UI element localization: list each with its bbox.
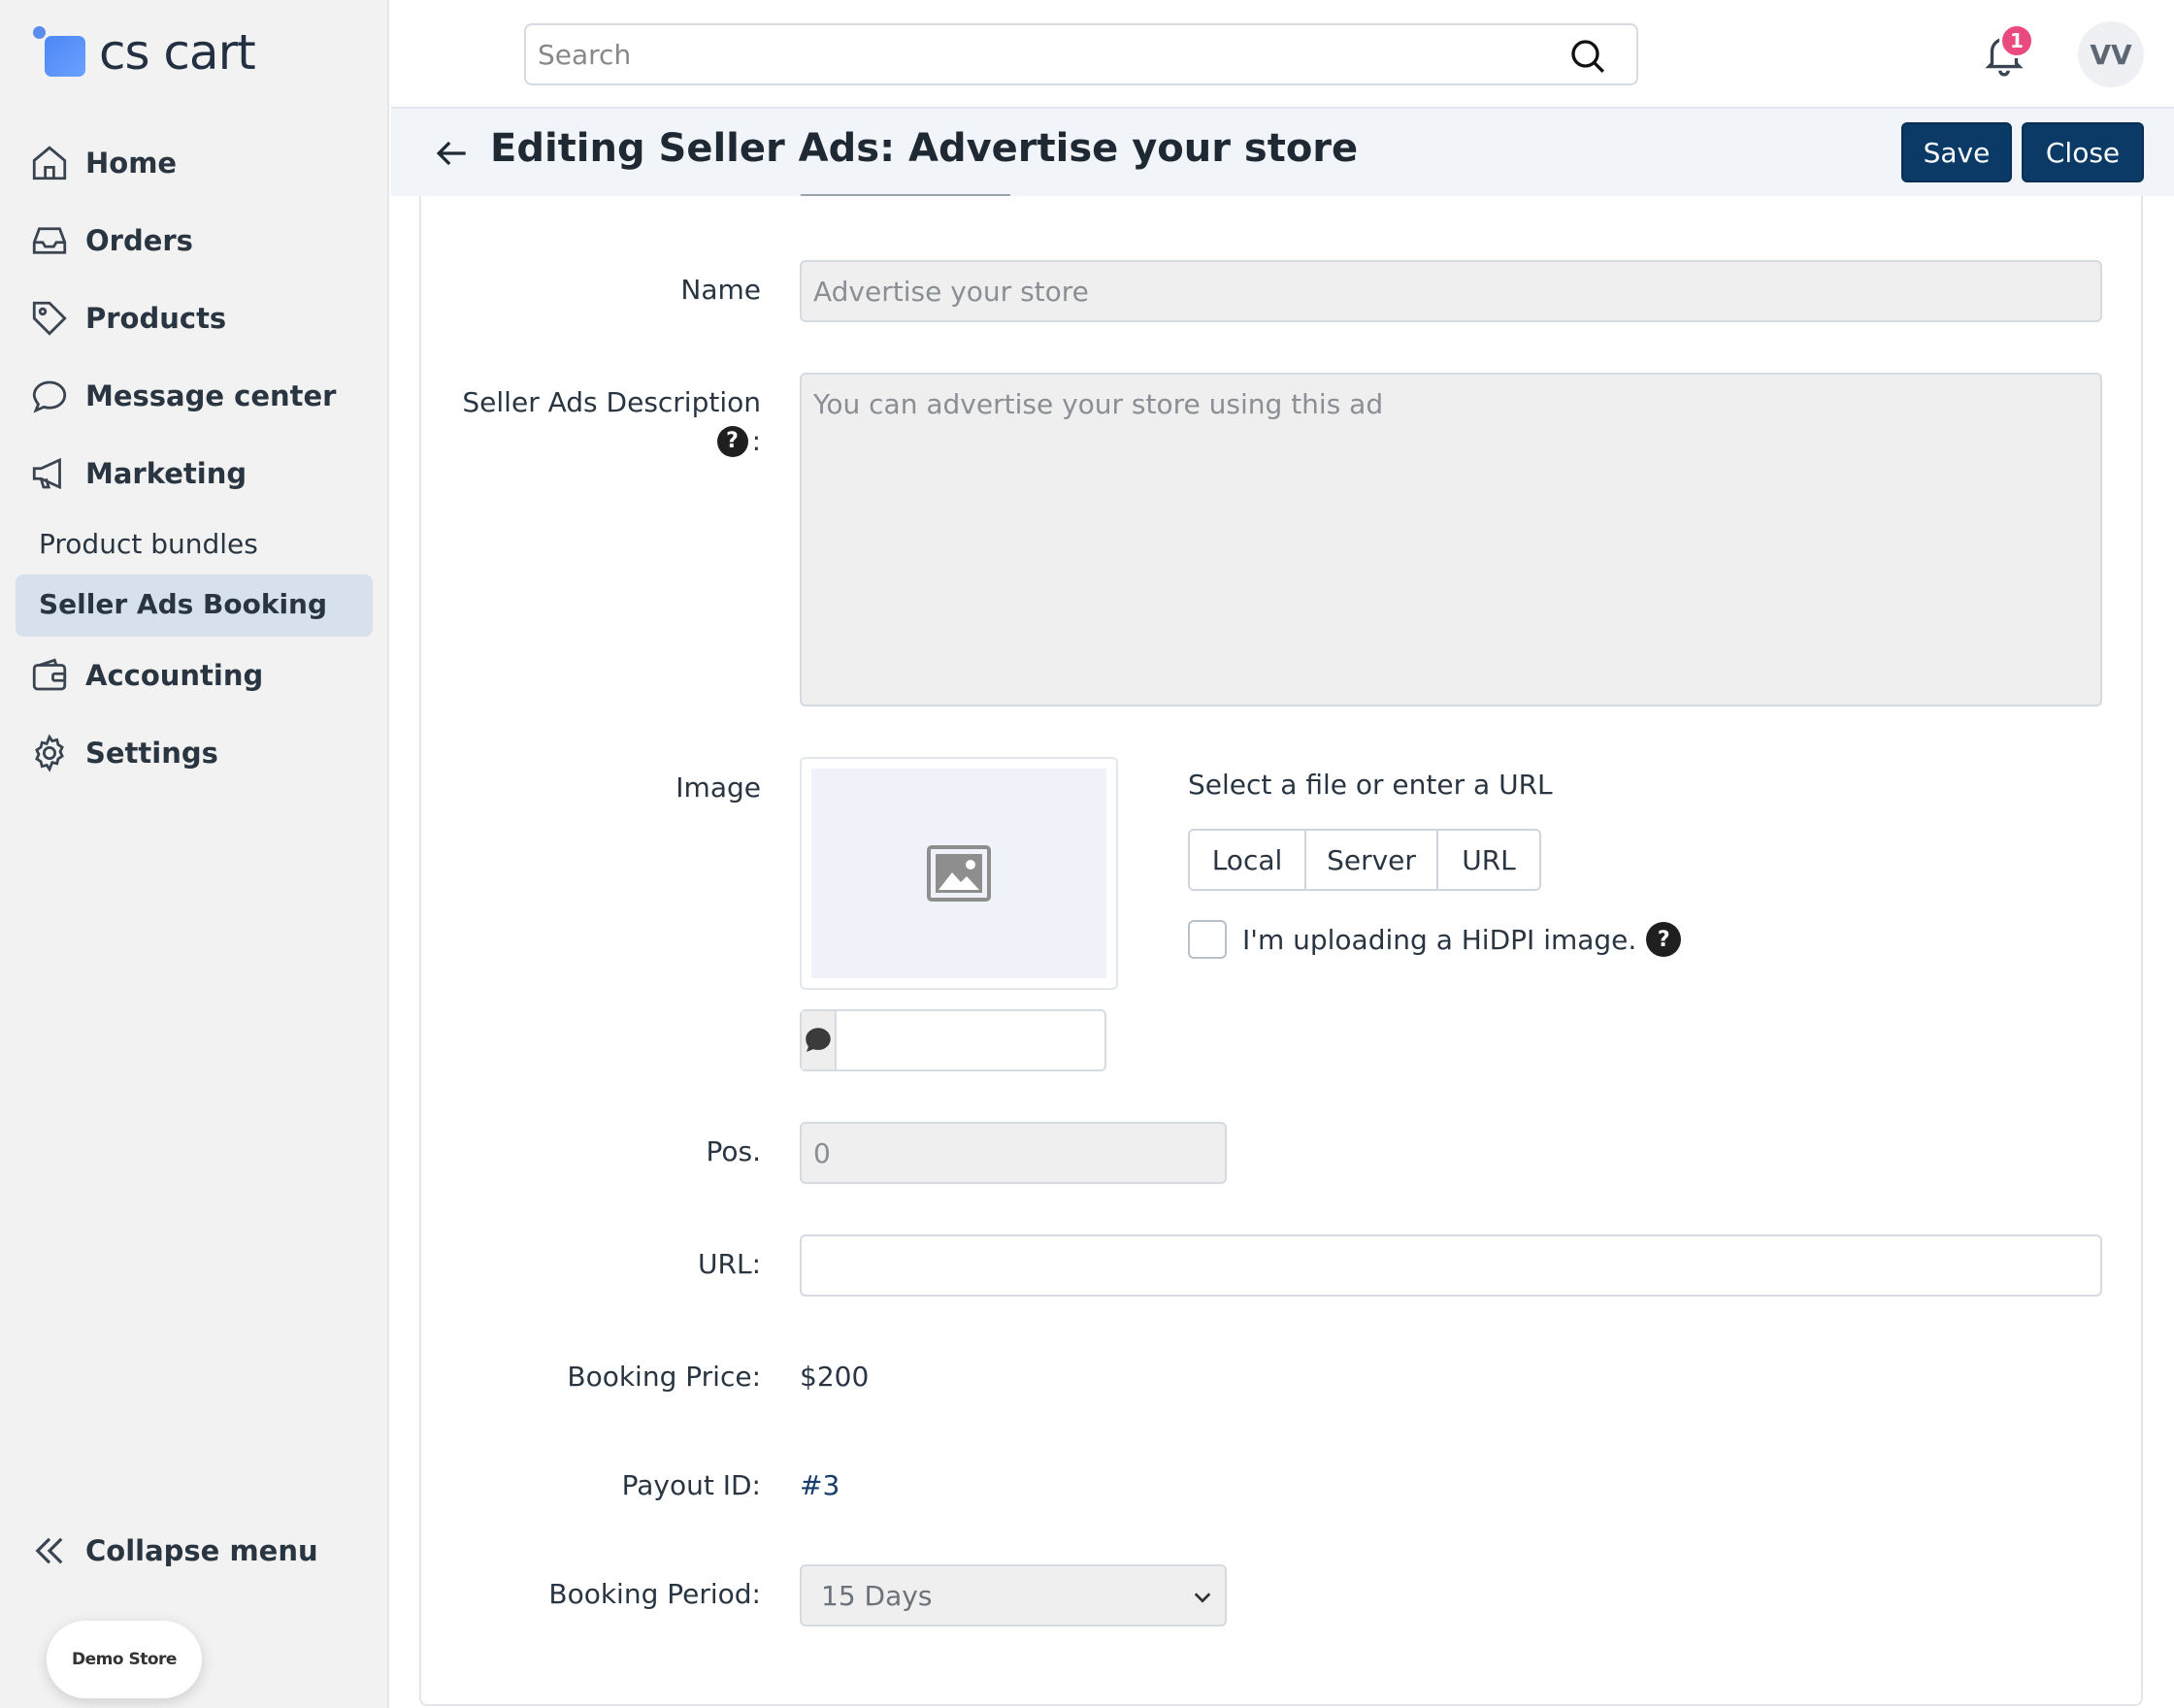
search-icon[interactable]: [1568, 37, 1607, 76]
position-field: [800, 1122, 1227, 1184]
page-title: Editing Seller Ads: Advertise your store: [490, 126, 1359, 171]
position-input[interactable]: [802, 1124, 1225, 1182]
image-source-local-button[interactable]: Local: [1190, 831, 1306, 889]
logo-text: cs cart: [99, 24, 256, 81]
sidebar-item-label: Message center: [85, 379, 337, 412]
chevron-down-icon: [1194, 1593, 1211, 1603]
image-placeholder-icon: [927, 845, 991, 902]
speech-bubble-icon: [806, 1028, 831, 1053]
sidebar-item-label: Home: [85, 147, 178, 180]
sidebar-subitem-seller-ads-booking[interactable]: Seller Ads Booking: [16, 575, 373, 637]
search-input[interactable]: [538, 33, 1557, 76]
image-placeholder: [811, 769, 1106, 978]
sidebar-item-products[interactable]: Products: [29, 291, 226, 345]
booking-period-selected-value: 15 Days: [821, 1579, 933, 1612]
booking-period-select[interactable]: 15 Days: [800, 1564, 1227, 1626]
tag-icon: [32, 301, 67, 336]
help-icon[interactable]: ?: [1646, 922, 1682, 957]
url-input[interactable]: [802, 1236, 2100, 1295]
back-arrow-icon[interactable]: [430, 132, 473, 175]
sidebar-item-label: Orders: [85, 224, 193, 257]
megaphone-icon: [32, 457, 61, 490]
image-source-hint: Select a file or enter a URL: [1188, 769, 1553, 801]
sidebar-item-label: Marketing: [85, 457, 247, 490]
booking-price-value: $200: [800, 1361, 870, 1393]
position-label: Pos.: [706, 1135, 761, 1167]
active-tab-underline: [801, 194, 1010, 196]
sidebar-subitem-product-bundles[interactable]: Product bundles: [39, 528, 258, 560]
hidpi-label: I'm uploading a HiDPI image.: [1242, 923, 1637, 956]
description-label: Seller Ads Description: [462, 386, 761, 418]
name-label: Name: [680, 274, 761, 306]
image-alt-text-input[interactable]: [837, 1011, 1170, 1069]
user-avatar[interactable]: VV: [2078, 21, 2144, 87]
sidebar-item-message-center[interactable]: Message center: [29, 369, 336, 423]
page-header: Editing Seller Ads: Advertise your store…: [391, 109, 2174, 196]
hidpi-checkbox[interactable]: [1188, 920, 1227, 959]
double-chevron-left-icon: [35, 1537, 63, 1564]
sidebar: cs cart Home Orders Products Message cen…: [0, 0, 389, 1708]
image-alt-text-group: [800, 1009, 1170, 1071]
sidebar-item-label: Accounting: [85, 659, 264, 692]
image-label: Image: [675, 772, 761, 804]
url-field: [800, 1234, 2102, 1297]
payout-id-label: Payout ID:: [621, 1469, 761, 1501]
sidebar-item-settings[interactable]: Settings: [29, 726, 218, 780]
sidebar-item-orders[interactable]: Orders: [29, 214, 193, 268]
name-input[interactable]: [802, 262, 2100, 320]
inbox-icon: [32, 227, 67, 254]
sidebar-item-label: Products: [85, 302, 227, 335]
description-field: You can advertise your store using this …: [800, 373, 2102, 706]
top-bar: 1 VV: [391, 0, 2174, 109]
image-source-url-button[interactable]: URL: [1438, 831, 1539, 889]
url-label: URL:: [698, 1248, 761, 1280]
wallet-icon: [32, 658, 67, 691]
home-icon: [32, 146, 67, 181]
hidpi-option: I'm uploading a HiDPI image. ?: [1188, 920, 1682, 959]
sidebar-item-accounting[interactable]: Accounting: [29, 648, 263, 703]
sidebar-item-marketing[interactable]: Marketing: [29, 446, 247, 501]
close-button[interactable]: Close: [2022, 122, 2144, 182]
image-preview-box: [800, 757, 1118, 990]
chat-bubble-icon: [32, 380, 67, 413]
gear-icon: [35, 734, 64, 772]
alt-text-addon: [802, 1011, 837, 1069]
notification-count-badge: 1: [1999, 23, 2034, 58]
search-box: [524, 23, 1638, 85]
cs-cart-logo[interactable]: cs cart: [31, 23, 256, 82]
sidebar-item-home[interactable]: Home: [29, 136, 177, 190]
save-button[interactable]: Save: [1901, 122, 2012, 182]
description-help: ? :: [716, 425, 761, 457]
help-icon[interactable]: ?: [716, 425, 748, 457]
name-field: [800, 260, 2102, 322]
payout-id-link[interactable]: #3: [800, 1469, 840, 1501]
logo-mark-icon: [31, 26, 89, 79]
description-label-suffix: :: [751, 425, 761, 457]
sidebar-subitem-label: Seller Ads Booking: [39, 588, 328, 620]
image-source-selector: Local Server URL: [1188, 829, 1541, 891]
collapse-menu-button[interactable]: Collapse menu: [29, 1524, 318, 1578]
collapse-menu-label: Collapse menu: [85, 1534, 318, 1567]
description-textarea[interactable]: You can advertise your store using this …: [802, 375, 2100, 705]
image-source-server-button[interactable]: Server: [1306, 831, 1438, 889]
sidebar-item-label: Settings: [85, 737, 218, 770]
booking-price-label: Booking Price:: [567, 1361, 761, 1393]
booking-period-label: Booking Period:: [548, 1578, 761, 1610]
demo-store-badge[interactable]: Demo Store: [47, 1621, 202, 1698]
